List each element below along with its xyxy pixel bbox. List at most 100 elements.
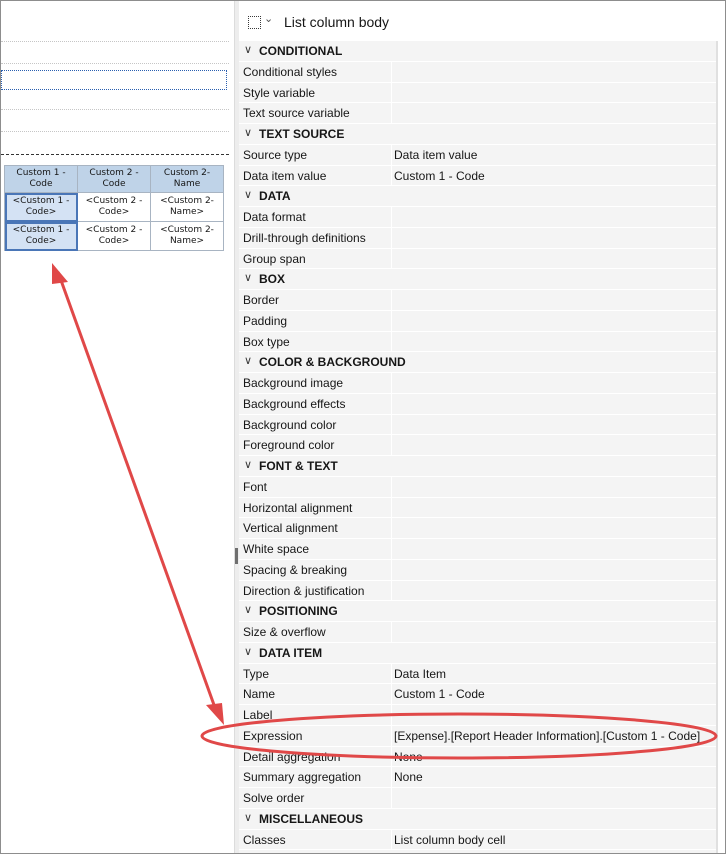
property-value-cell[interactable] bbox=[391, 476, 718, 497]
list-column-body-cell-selected[interactable]: <Custom 1 - Code> bbox=[4, 221, 78, 251]
property-row[interactable]: Box type bbox=[239, 331, 718, 353]
chevron-down-icon[interactable]: ∨ bbox=[244, 43, 252, 56]
property-row[interactable]: Border bbox=[239, 290, 718, 311]
property-value-cell[interactable] bbox=[391, 82, 718, 103]
property-label: Vertical alignment bbox=[243, 521, 338, 536]
property-value-cell[interactable] bbox=[391, 622, 718, 642]
property-row[interactable]: Drill-through definitions bbox=[239, 227, 718, 249]
section-header[interactable]: ∨ FONT & TEXT bbox=[239, 456, 718, 477]
property-row[interactable]: Vertical alignment bbox=[239, 518, 718, 539]
property-value-cell[interactable] bbox=[391, 414, 718, 435]
chevron-down-icon[interactable]: ∨ bbox=[244, 126, 252, 139]
property-row[interactable]: Name Custom 1 - Code bbox=[239, 684, 718, 705]
property-row[interactable]: Text source variable bbox=[239, 103, 718, 124]
property-value-cell[interactable] bbox=[391, 393, 718, 414]
property-row[interactable]: Background image bbox=[239, 373, 718, 394]
property-row[interactable]: White space bbox=[239, 539, 718, 560]
chevron-down-icon[interactable]: ∨ bbox=[244, 271, 252, 284]
property-row[interactable]: Conditional styles bbox=[239, 61, 718, 83]
property-value-cell[interactable] bbox=[391, 539, 718, 559]
property-value-cell[interactable]: List column body cell bbox=[391, 829, 718, 850]
property-value-cell[interactable]: None bbox=[391, 746, 718, 767]
report-canvas[interactable]: Custom 1 - Code Custom 2 - Code Custom 2… bbox=[1, 1, 234, 853]
property-value-cell[interactable] bbox=[391, 290, 718, 310]
property-row[interactable]: Source type Data item value bbox=[239, 144, 718, 166]
property-value-cell[interactable] bbox=[391, 788, 718, 808]
properties-scrollbar[interactable] bbox=[716, 41, 718, 853]
property-row[interactable]: Label bbox=[239, 705, 718, 726]
section-header[interactable]: ∨ COLOR & BACKGROUND bbox=[239, 352, 718, 373]
section-header[interactable]: ∨ POSITIONING bbox=[239, 601, 718, 622]
property-value-cell[interactable] bbox=[391, 310, 718, 331]
property-label: Drill-through definitions bbox=[243, 230, 366, 245]
property-row[interactable]: Horizontal alignment bbox=[239, 497, 718, 519]
select-ancestor-icon[interactable] bbox=[248, 16, 261, 29]
property-row[interactable]: Spacing & breaking bbox=[239, 559, 718, 581]
chevron-down-icon[interactable]: ∨ bbox=[244, 188, 252, 201]
property-label: Size & overflow bbox=[243, 625, 326, 639]
property-value-cell[interactable]: [Expense].[Report Header Information].[C… bbox=[391, 725, 718, 746]
property-row[interactable]: Solve order bbox=[239, 788, 718, 809]
chevron-down-icon[interactable]: ∨ bbox=[244, 811, 252, 824]
property-value-cell[interactable] bbox=[391, 580, 718, 601]
property-row[interactable]: Group span bbox=[239, 248, 718, 270]
property-value-cell[interactable]: Custom 1 - Code bbox=[391, 165, 718, 186]
list-column-title[interactable]: Custom 1 - Code bbox=[4, 165, 78, 193]
property-value-cell[interactable] bbox=[391, 248, 718, 269]
property-row[interactable]: Data item value Custom 1 - Code bbox=[239, 165, 718, 187]
property-value-cell[interactable] bbox=[391, 705, 718, 725]
chevron-down-icon[interactable]: ∨ bbox=[244, 603, 252, 616]
properties-title: List column body bbox=[284, 14, 390, 30]
section-header[interactable]: ∨ CONDITIONAL bbox=[239, 41, 718, 62]
section-header[interactable]: ∨ BOX bbox=[239, 269, 718, 290]
property-row[interactable]: Data format bbox=[239, 207, 718, 228]
list-column-title[interactable]: Custom 2 - Code bbox=[77, 165, 151, 193]
property-value-cell[interactable]: Data item value bbox=[391, 144, 718, 165]
splitter-grip[interactable] bbox=[235, 548, 238, 564]
chevron-down-icon[interactable]: ∨ bbox=[244, 458, 252, 471]
property-row[interactable]: Summary aggregation None bbox=[239, 767, 718, 788]
section-header[interactable]: ∨ MISCELLANEOUS bbox=[239, 809, 718, 830]
property-row[interactable]: Background effects bbox=[239, 393, 718, 415]
property-row[interactable]: Font bbox=[239, 476, 718, 498]
property-value-cell[interactable]: Custom 1 - Code bbox=[391, 684, 718, 704]
property-row[interactable]: Classes List column body cell bbox=[239, 829, 718, 851]
property-row[interactable]: Detail aggregation None bbox=[239, 746, 718, 768]
property-value-cell[interactable] bbox=[391, 207, 718, 227]
property-row[interactable]: Direction & justification bbox=[239, 580, 718, 602]
chevron-down-icon[interactable]: ⌄ bbox=[264, 12, 273, 25]
canvas-block-outline[interactable] bbox=[1, 70, 227, 90]
list-column-title[interactable]: Custom 2- Name bbox=[150, 165, 224, 193]
property-row[interactable]: Type Data Item bbox=[239, 663, 718, 685]
section-header[interactable]: ∨ DATA ITEM bbox=[239, 643, 718, 664]
chevron-down-icon[interactable]: ∨ bbox=[244, 354, 252, 367]
property-row[interactable]: Foreground color bbox=[239, 435, 718, 456]
property-value-cell[interactable] bbox=[391, 497, 718, 518]
chevron-down-icon[interactable]: ∨ bbox=[244, 645, 252, 658]
property-value-cell[interactable] bbox=[391, 373, 718, 393]
list-table[interactable]: Custom 1 - Code Custom 2 - Code Custom 2… bbox=[4, 165, 224, 251]
property-row[interactable]: Size & overflow bbox=[239, 622, 718, 643]
property-value-cell[interactable] bbox=[391, 331, 718, 352]
property-value-cell[interactable] bbox=[391, 435, 718, 455]
property-value-cell[interactable]: None bbox=[391, 767, 718, 787]
property-value-cell[interactable] bbox=[391, 227, 718, 248]
list-column-body-cell[interactable]: <Custom 2- Name> bbox=[150, 192, 224, 222]
section-header[interactable]: ∨ DATA bbox=[239, 186, 718, 207]
section-header[interactable]: ∨ TEXT SOURCE bbox=[239, 124, 718, 145]
property-value-cell[interactable] bbox=[391, 61, 718, 82]
property-row[interactable]: Expression [Expense].[Report Header Infor… bbox=[239, 725, 718, 747]
list-column-body-cell-selected[interactable]: <Custom 1 - Code> bbox=[4, 192, 78, 222]
list-column-body-cell[interactable]: <Custom 2 - Code> bbox=[77, 221, 151, 251]
property-label: Background color bbox=[243, 417, 337, 432]
property-value-cell[interactable] bbox=[391, 103, 718, 123]
property-value-cell[interactable] bbox=[391, 559, 718, 580]
property-value-cell[interactable]: Data Item bbox=[391, 663, 718, 684]
list-column-body-cell[interactable]: <Custom 2 - Code> bbox=[77, 192, 151, 222]
property-row[interactable]: Padding bbox=[239, 310, 718, 332]
property-row[interactable]: Style variable bbox=[239, 82, 718, 104]
property-label: Data item value bbox=[243, 168, 327, 183]
property-value-cell[interactable] bbox=[391, 518, 718, 538]
list-column-body-cell[interactable]: <Custom 2- Name> bbox=[150, 221, 224, 251]
property-row[interactable]: Background color bbox=[239, 414, 718, 436]
